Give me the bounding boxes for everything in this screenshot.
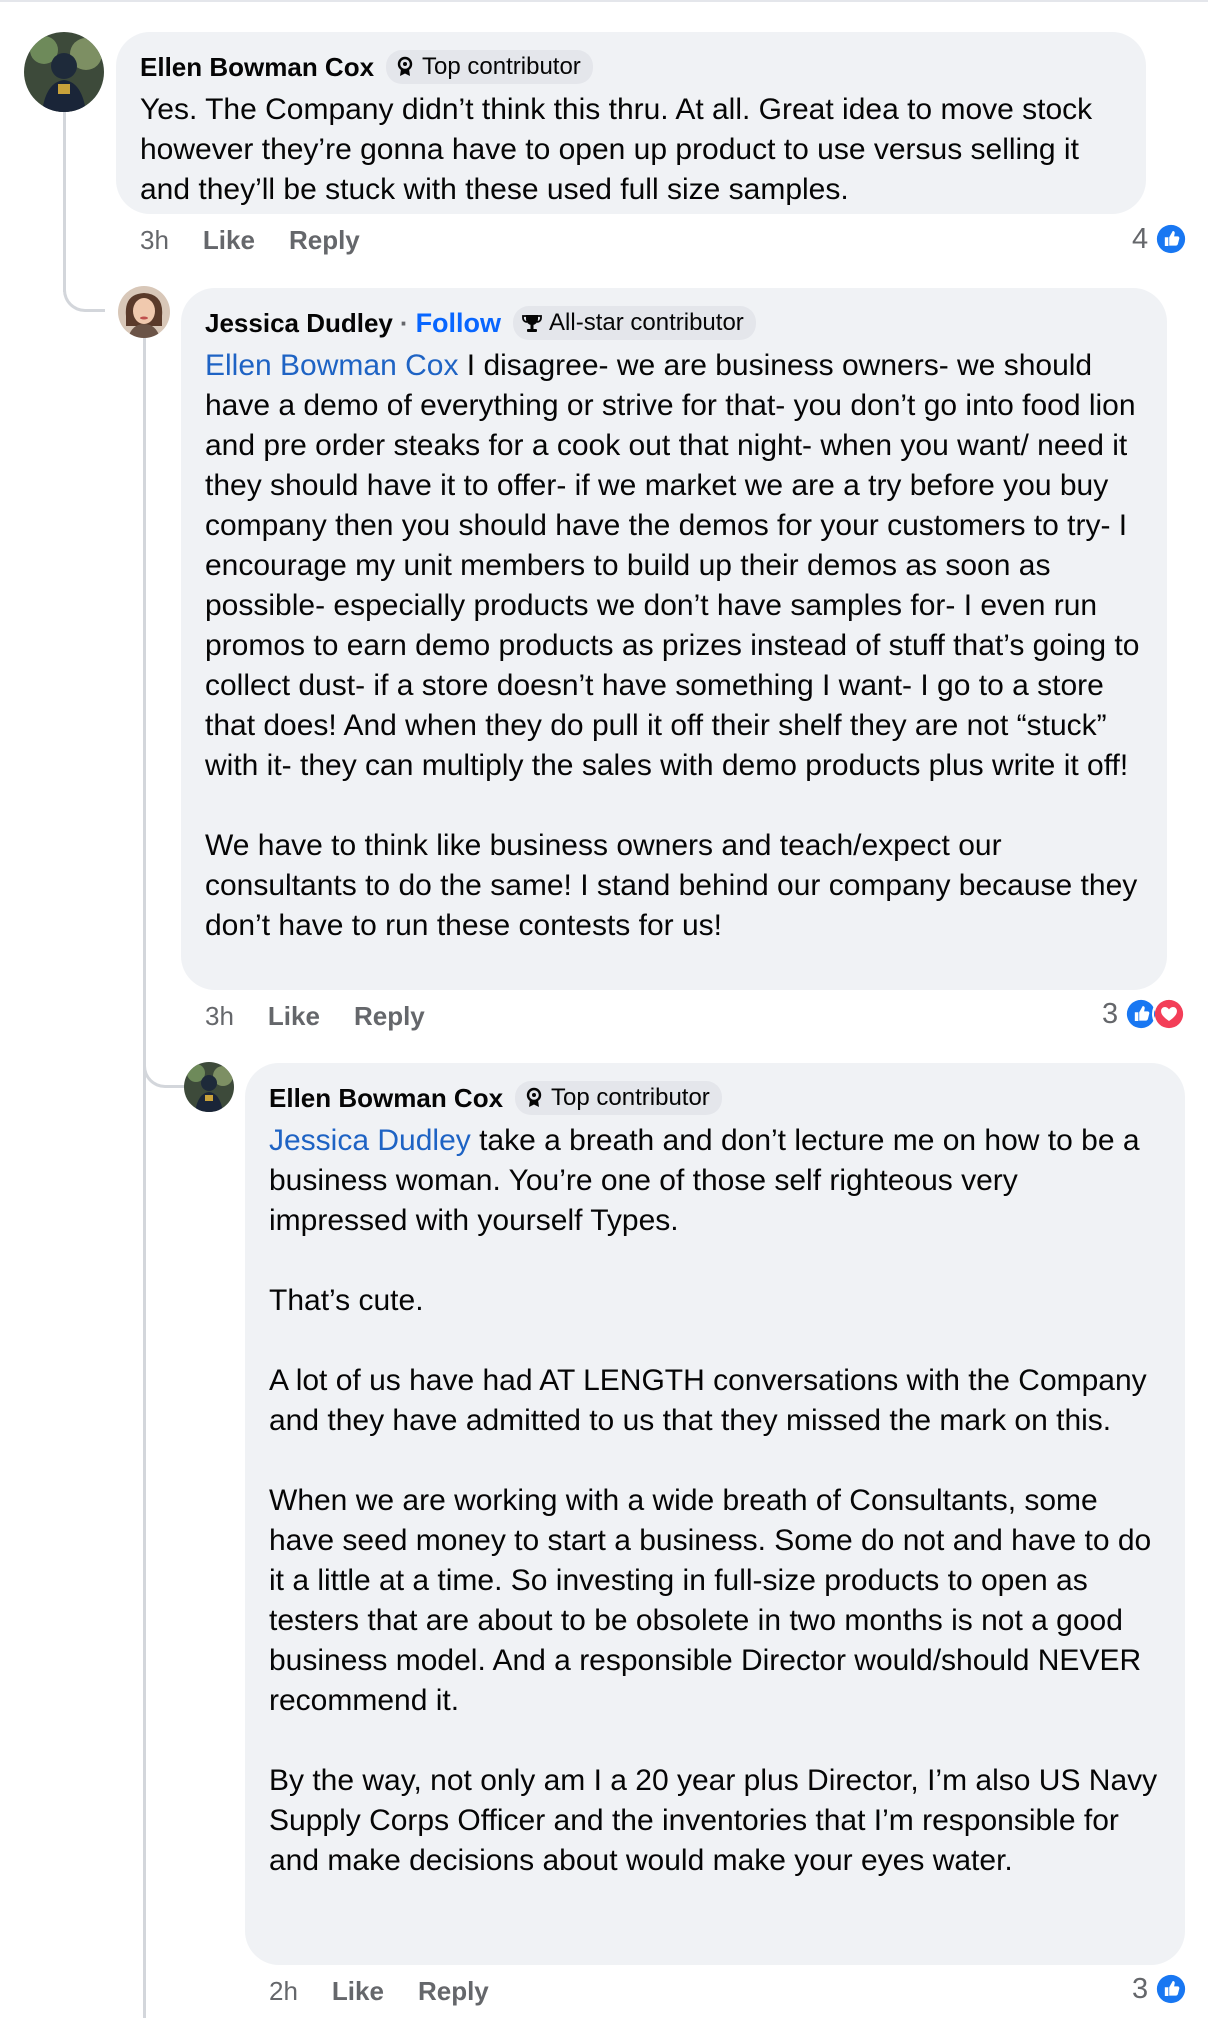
comment-actions: 3h Like Reply	[205, 1001, 459, 1032]
reaction-summary[interactable]: 3	[1102, 997, 1187, 1031]
contributor-badge[interactable]: Top contributor	[515, 1081, 722, 1115]
thread-elbow	[143, 1050, 186, 1088]
comment-body: take a breath and don’t lecture me on ho…	[269, 1124, 1158, 1877]
comment-body: I disagree- we are business owners- we s…	[205, 349, 1140, 942]
like-icon	[1154, 1972, 1189, 2006]
comment-text: Yes. The Company didn’t think this thru.…	[140, 93, 1101, 206]
top-contributor-badge-icon	[397, 56, 413, 76]
mention-link[interactable]: Jessica Dudley	[269, 1124, 471, 1157]
author-name[interactable]: Ellen Bowman Cox	[269, 1083, 503, 1114]
like-button[interactable]: Like	[203, 225, 255, 256]
thread-elbow	[63, 260, 105, 312]
all-star-trophy-icon	[522, 315, 542, 332]
reaction-summary[interactable]: 4	[1132, 222, 1189, 256]
badge-label: Top contributor	[551, 1084, 710, 1111]
comment-header: Jessica Dudley · Follow All-star contrib…	[205, 306, 1143, 340]
like-button[interactable]: Like	[268, 1001, 320, 1032]
comment-text: Ellen Bowman Cox I disagree- we are busi…	[205, 346, 1143, 946]
top-contributor-badge-icon	[526, 1087, 542, 1107]
reaction-count: 4	[1132, 222, 1149, 255]
reaction-count: 3	[1102, 997, 1119, 1030]
love-icon	[1152, 997, 1187, 1031]
timestamp[interactable]: 3h	[205, 1001, 234, 1032]
contributor-badge[interactable]: Top contributor	[386, 50, 593, 84]
separator-dot: ·	[399, 307, 409, 338]
comment-bubble: Ellen Bowman Cox Top contributor Yes. Th…	[116, 32, 1146, 214]
author-name[interactable]: Jessica Dudley	[205, 308, 393, 339]
avatar[interactable]	[118, 286, 170, 338]
thread-line	[143, 335, 146, 2018]
comment-header: Ellen Bowman Cox Top contributor	[140, 50, 1122, 84]
reply-button[interactable]: Reply	[289, 225, 360, 256]
reply-button[interactable]: Reply	[354, 1001, 425, 1032]
comment-actions: 3h Like Reply	[140, 225, 394, 256]
comment-header: Ellen Bowman Cox Top contributor	[269, 1081, 1161, 1115]
author-name[interactable]: Ellen Bowman Cox	[140, 52, 374, 83]
reaction-summary[interactable]: 3	[1132, 1972, 1189, 2006]
like-button[interactable]: Like	[332, 1976, 384, 2007]
badge-label: Top contributor	[422, 53, 581, 80]
comment-bubble: Ellen Bowman Cox Top contributor Jessica…	[245, 1063, 1185, 1965]
badge-label: All-star contributor	[549, 309, 744, 336]
timestamp[interactable]: 3h	[140, 225, 169, 256]
mention-link[interactable]: Ellen Bowman Cox	[205, 349, 458, 382]
reply-button[interactable]: Reply	[418, 1976, 489, 2007]
top-divider	[0, 0, 1208, 2]
timestamp[interactable]: 2h	[269, 1976, 298, 2007]
avatar[interactable]	[184, 1062, 234, 1112]
avatar[interactable]	[24, 32, 104, 112]
comment-bubble: Jessica Dudley · Follow All-star contrib…	[181, 288, 1167, 990]
contributor-badge[interactable]: All-star contributor	[513, 306, 756, 340]
follow-button[interactable]: Follow	[416, 308, 501, 339]
comment-text: Jessica Dudley take a breath and don’t l…	[269, 1121, 1161, 1881]
reaction-count: 3	[1132, 1972, 1149, 2005]
comment-actions: 2h Like Reply	[269, 1976, 523, 2007]
like-icon	[1154, 222, 1189, 256]
